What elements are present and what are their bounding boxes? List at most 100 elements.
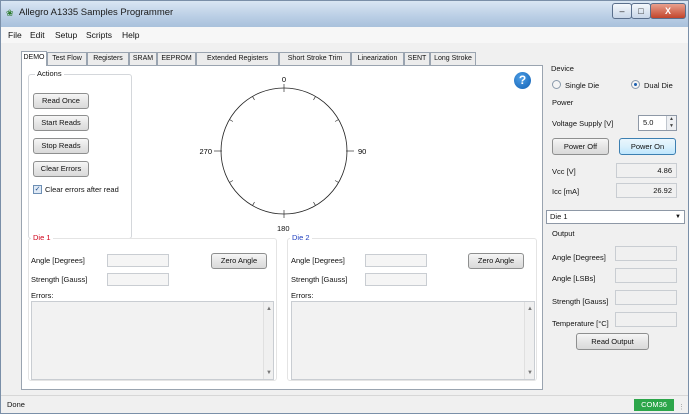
tab-short-stroke-trim[interactable]: Short Stroke Trim bbox=[279, 52, 351, 65]
die2-errors-label: Errors: bbox=[291, 291, 314, 300]
die1-zero-angle-button[interactable]: Zero Angle bbox=[211, 253, 267, 269]
vcc-label: Vcc [V] bbox=[552, 167, 576, 176]
tab-extended-registers[interactable]: Extended Registers bbox=[196, 52, 279, 65]
angle-dial: 0 90 270 bbox=[199, 75, 366, 218]
tab-eeprom[interactable]: EEPROM bbox=[157, 52, 196, 65]
maximize-button[interactable]: □ bbox=[631, 3, 651, 19]
chevron-down-icon[interactable]: ▼ bbox=[675, 211, 681, 223]
tab-registers[interactable]: Registers bbox=[87, 52, 129, 65]
dial-label-bottom: 180 bbox=[277, 224, 290, 233]
spinner-arrows-icon[interactable]: ▲ ▼ bbox=[666, 116, 676, 130]
demo-tab-page: Actions Read Once Start Reads Stop Reads… bbox=[21, 65, 543, 390]
menu-edit[interactable]: Edit bbox=[30, 30, 45, 40]
device-group-label: Device bbox=[551, 64, 574, 73]
dial-tick bbox=[313, 201, 316, 206]
status-bar: Done COM36 ⋮ bbox=[1, 395, 688, 413]
dial-tick bbox=[229, 180, 234, 183]
die-select[interactable]: Die 1 ▼ bbox=[546, 210, 685, 224]
die2-panel: Die 2 Angle [Degrees] Strength [Gauss] Z… bbox=[287, 233, 537, 381]
die2-errors-textarea[interactable]: ▲ ▼ bbox=[291, 301, 535, 380]
read-output-button[interactable]: Read Output bbox=[576, 333, 649, 350]
die1-errors-label: Errors: bbox=[31, 291, 54, 300]
com-port-indicator: COM36 bbox=[634, 399, 674, 411]
help-icon[interactable]: ? bbox=[514, 72, 531, 89]
output-temperature-field bbox=[615, 312, 677, 327]
power-on-button[interactable]: Power On bbox=[619, 138, 676, 155]
menu-file[interactable]: File bbox=[8, 30, 22, 40]
vcc-value: 4.86 bbox=[616, 163, 677, 178]
tab-sent[interactable]: SENT bbox=[404, 52, 430, 65]
menu-setup[interactable]: Setup bbox=[55, 30, 77, 40]
scroll-down-icon[interactable]: ▼ bbox=[266, 370, 272, 376]
clear-errors-button[interactable]: Clear Errors bbox=[33, 161, 89, 177]
single-die-radio[interactable] bbox=[552, 80, 561, 89]
right-panel: Device Single Die Dual Die Power Voltage… bbox=[546, 59, 686, 389]
tab-linearization[interactable]: Linearization bbox=[351, 52, 404, 65]
die1-strength-field bbox=[107, 273, 169, 286]
die1-errors-textarea[interactable]: ▲ ▼ bbox=[31, 301, 274, 380]
menu-help[interactable]: Help bbox=[122, 30, 139, 40]
scroll-up-icon[interactable]: ▲ bbox=[527, 306, 533, 312]
scroll-up-icon[interactable]: ▲ bbox=[266, 306, 272, 312]
single-die-label: Single Die bbox=[565, 81, 600, 90]
output-group-label: Output bbox=[552, 229, 575, 238]
output-strength-label: Strength [Gauss] bbox=[552, 297, 609, 306]
die1-angle-field bbox=[107, 254, 169, 267]
die2-strength-label: Strength [Gauss] bbox=[291, 275, 348, 284]
die2-errors-scrollbar[interactable]: ▲ ▼ bbox=[524, 302, 534, 379]
voltage-supply-spinner[interactable]: 5.0 ▲ ▼ bbox=[638, 115, 677, 131]
dial-label-left: 270 bbox=[199, 147, 212, 156]
minimize-button[interactable]: – bbox=[612, 3, 632, 19]
dual-die-radio[interactable] bbox=[631, 80, 640, 89]
tab-long-stroke[interactable]: Long Stroke bbox=[430, 52, 476, 65]
output-temperature-label: Temperature [°C] bbox=[552, 319, 609, 328]
icc-label: Icc [mA] bbox=[552, 187, 580, 196]
output-strength-field bbox=[615, 290, 677, 305]
die1-title: Die 1 bbox=[31, 233, 53, 242]
resize-grip-icon[interactable]: ⋮ bbox=[678, 403, 685, 411]
menu-bar: File Edit Setup Scripts Help bbox=[1, 27, 688, 43]
stop-reads-button[interactable]: Stop Reads bbox=[33, 138, 89, 154]
die2-zero-angle-button[interactable]: Zero Angle bbox=[468, 253, 524, 269]
read-once-button[interactable]: Read Once bbox=[33, 93, 89, 109]
die1-errors-scrollbar[interactable]: ▲ ▼ bbox=[263, 302, 273, 379]
voltage-supply-value: 5.0 bbox=[643, 118, 654, 127]
clear-after-read-label: Clear errors after read bbox=[45, 185, 119, 194]
die2-angle-label: Angle [Degrees] bbox=[291, 256, 345, 265]
output-angle-lsbs-label: Angle [LSBs] bbox=[552, 274, 596, 283]
start-reads-button[interactable]: Start Reads bbox=[33, 115, 89, 131]
output-angle-degrees-label: Angle [Degrees] bbox=[552, 253, 606, 262]
die2-strength-field bbox=[365, 273, 427, 286]
voltage-supply-label: Voltage Supply [V] bbox=[552, 119, 614, 128]
close-button[interactable]: X bbox=[650, 3, 686, 19]
tab-test-flow[interactable]: Test Flow bbox=[47, 52, 87, 65]
dial-label-top: 0 bbox=[282, 75, 286, 84]
app-window: ❀ Allegro A1335 Samples Programmer – □ X… bbox=[0, 0, 689, 414]
dial-tick bbox=[334, 119, 339, 122]
tab-demo[interactable]: DEMO bbox=[21, 51, 47, 66]
power-group-label: Power bbox=[552, 98, 574, 107]
icc-value: 26.92 bbox=[616, 183, 677, 198]
power-off-button[interactable]: Power Off bbox=[552, 138, 609, 155]
dial-label-right: 90 bbox=[358, 147, 366, 156]
title-bar: ❀ Allegro A1335 Samples Programmer – □ X bbox=[1, 1, 688, 27]
dual-die-label: Dual Die bbox=[644, 81, 673, 90]
dial-tick bbox=[334, 180, 339, 183]
die2-angle-field bbox=[365, 254, 427, 267]
die1-angle-label: Angle [Degrees] bbox=[31, 256, 85, 265]
dial-tick bbox=[252, 96, 255, 101]
die-select-value: Die 1 bbox=[550, 212, 568, 221]
menu-scripts[interactable]: Scripts bbox=[86, 30, 112, 40]
dial-tick bbox=[229, 119, 234, 122]
dial-tick bbox=[313, 96, 316, 101]
die1-strength-label: Strength [Gauss] bbox=[31, 275, 88, 284]
output-angle-degrees-field bbox=[615, 246, 677, 261]
app-icon: ❀ bbox=[6, 8, 14, 18]
dial-tick bbox=[252, 201, 255, 206]
tab-sram[interactable]: SRAM bbox=[129, 52, 157, 65]
window-title: Allegro A1335 Samples Programmer bbox=[19, 7, 174, 18]
clear-after-read-checkbox[interactable]: ✓ bbox=[33, 185, 42, 194]
actions-group-label: Actions bbox=[35, 69, 64, 78]
die2-title: Die 2 bbox=[290, 233, 312, 242]
scroll-down-icon[interactable]: ▼ bbox=[527, 370, 533, 376]
